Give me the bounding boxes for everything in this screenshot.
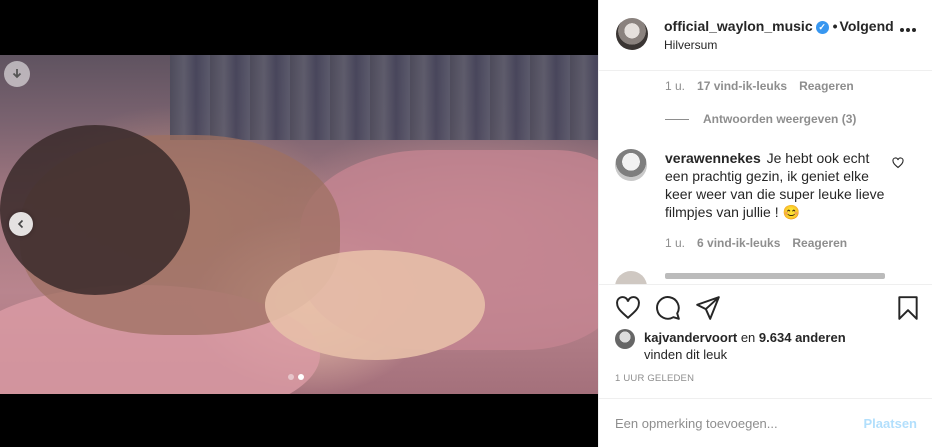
instagram-post-view: official_waylon_music ✓ • Volgend Hilversum… (0, 0, 932, 447)
liker-username[interactable]: kajvandervoort (644, 330, 737, 345)
comment-likes[interactable]: 17 vind-ik-leuks (697, 79, 787, 93)
comment-like-heart-icon[interactable] (892, 157, 904, 169)
post-comment-button[interactable]: Plaatsen (864, 416, 917, 431)
author-line: official_waylon_music ✓ • Volgend (664, 18, 894, 34)
commenter-username[interactable]: verawennekes (665, 150, 761, 166)
post-header: official_waylon_music ✓ • Volgend Hilversum (599, 0, 932, 71)
follow-status-button[interactable]: Volgend (840, 18, 894, 34)
next-commenter-avatar[interactable] (615, 271, 647, 284)
replies-divider (665, 118, 689, 120)
view-replies-label: Antwoorden weergeven (3) (703, 112, 857, 126)
post-side-panel: official_waylon_music ✓ • Volgend Hilversum… (598, 0, 932, 447)
likes-others-link[interactable]: 9.634 anderen (759, 330, 846, 345)
likes-joiner: en (740, 330, 756, 345)
carousel-dot-2 (298, 374, 304, 380)
save-bookmark-icon[interactable] (895, 295, 921, 321)
likes-suffix: vinden dit leuk (644, 347, 728, 362)
comment-bubble-icon[interactable] (655, 295, 681, 321)
like-heart-icon[interactable] (615, 295, 641, 321)
commenter-avatar[interactable] (615, 149, 647, 181)
media-area (0, 0, 598, 447)
comment-composer: Een opmerking toevoegen... Plaatsen (599, 398, 932, 447)
author-avatar[interactable] (616, 18, 648, 50)
post-actions (599, 284, 932, 329)
share-send-icon[interactable] (695, 295, 721, 321)
comment-meta: 1 u. 6 vind-ik-leuks Reageren (665, 236, 847, 250)
carousel-dot-1 (288, 374, 294, 380)
comment-input[interactable]: Een opmerking toevoegen... (615, 416, 778, 431)
liker-avatar[interactable] (615, 329, 635, 349)
comment-time: 1 u. (665, 79, 686, 93)
carousel-indicator (288, 374, 304, 380)
likes-summary: kajvandervoort en 9.634 anderen (644, 330, 846, 345)
more-options-icon[interactable] (900, 28, 916, 34)
view-replies-button[interactable]: Antwoorden weergeven (3) (665, 112, 856, 126)
photo-hair (0, 125, 190, 295)
comment-body: verawennekes Je hebt ook echt een pracht… (665, 149, 893, 221)
download-icon[interactable] (4, 61, 30, 87)
photo-curtain (170, 55, 598, 140)
chevron-left-icon (17, 219, 24, 229)
comment-time: 1 u. (665, 236, 686, 250)
reply-button[interactable]: Reageren (792, 236, 847, 250)
post-photo[interactable] (0, 55, 598, 394)
verified-badge-icon: ✓ (815, 20, 829, 34)
comments-list[interactable]: 1 u. 17 vind-ik-leuks Reageren Antwoorde… (599, 71, 932, 284)
header-separator: • (832, 18, 838, 34)
next-comment-clipped (665, 273, 885, 279)
post-timestamp[interactable]: 1 UUR GELEDEN (615, 373, 694, 384)
reply-button[interactable]: Reageren (799, 79, 854, 93)
author-username[interactable]: official_waylon_music (664, 18, 813, 34)
comment-likes[interactable]: 6 vind-ik-leuks (697, 236, 780, 250)
prev-comment-meta: 1 u. 17 vind-ik-leuks Reageren (665, 79, 854, 93)
post-location[interactable]: Hilversum (664, 38, 717, 52)
photo-baby (265, 250, 485, 360)
carousel-prev-button[interactable] (9, 212, 33, 236)
